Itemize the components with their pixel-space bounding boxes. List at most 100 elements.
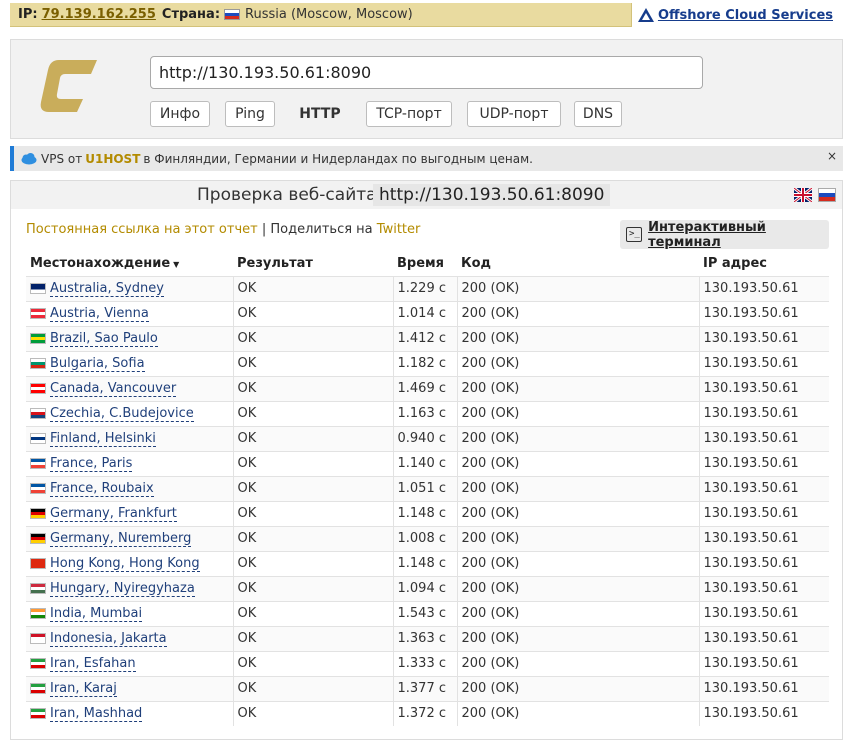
location-link[interactable]: Canada, Vancouver xyxy=(50,381,177,397)
sort-down-icon: ▼ xyxy=(173,259,180,269)
time-cell: 1.163 с xyxy=(392,400,457,426)
ip-cell: 130.193.50.61 xyxy=(698,400,829,426)
location-link[interactable]: Brazil, Sao Paulo xyxy=(50,331,158,347)
location-cell: Germany, Nuremberg xyxy=(26,525,233,551)
site-logo-icon[interactable] xyxy=(39,56,101,116)
url-input[interactable] xyxy=(150,56,703,89)
location-link[interactable]: Hong Kong, Hong Kong xyxy=(50,556,200,572)
code-cell: 200 (OK) xyxy=(456,375,699,401)
russian-flag-icon[interactable] xyxy=(818,188,836,202)
visitor-info-bar: IP: 79.139.162.255 Страна: Russia (Mosco… xyxy=(10,3,843,27)
country-flag-icon xyxy=(30,608,46,619)
location-link[interactable]: Iran, Karaj xyxy=(50,681,117,697)
ip-cell: 130.193.50.61 xyxy=(698,550,829,576)
dns-button[interactable]: DNS xyxy=(574,101,622,127)
time-cell: 1.140 с xyxy=(392,450,457,476)
result-cell: OK xyxy=(232,275,393,301)
location-link[interactable]: Germany, Nuremberg xyxy=(50,531,192,547)
time-cell: 1.014 с xyxy=(392,300,457,326)
location-cell: Indonesia, Jakarta xyxy=(26,625,233,651)
share-prefix: Поделиться на xyxy=(270,222,373,237)
result-cell: OK xyxy=(232,675,393,701)
result-cell: OK xyxy=(232,375,393,401)
table-header-row: Местонахождение ▼ Результат Время Код IP … xyxy=(26,251,829,276)
result-cell: OK xyxy=(232,525,393,551)
ip-cell: 130.193.50.61 xyxy=(698,325,829,351)
table-row: Hong Kong, Hong Kong OK 1.148 с 200 (OK)… xyxy=(26,550,829,576)
ad-prefix: VPS от xyxy=(41,151,83,166)
location-link[interactable]: India, Mumbai xyxy=(50,606,143,622)
interactive-terminal-button[interactable]: >_ Интерактивный терминал xyxy=(620,219,829,250)
ip-cell: 130.193.50.61 xyxy=(698,425,829,451)
col-location[interactable]: Местонахождение ▼ xyxy=(26,251,233,276)
tcp-port-button[interactable]: TCP-порт xyxy=(366,101,452,127)
ad-close-icon[interactable]: × xyxy=(827,149,837,163)
code-cell: 200 (OK) xyxy=(456,400,699,426)
udp-port-button[interactable]: UDP-порт xyxy=(467,101,561,127)
offshore-promo: Offshore Cloud Services xyxy=(630,3,843,27)
location-link[interactable]: Finland, Helsinki xyxy=(50,431,156,447)
table-row: Germany, Nuremberg OK 1.008 с 200 (OK) 1… xyxy=(26,525,829,551)
ad-brand-link[interactable]: U1HOST xyxy=(85,152,140,166)
english-flag-icon[interactable] xyxy=(794,188,812,202)
info-button[interactable]: Инфо xyxy=(150,101,210,127)
location-link[interactable]: Bulgaria, Sofia xyxy=(50,356,145,372)
location-link[interactable]: Indonesia, Jakarta xyxy=(50,631,167,647)
visitor-ip-link[interactable]: 79.139.162.255 xyxy=(42,7,156,22)
col-time: Время xyxy=(397,255,445,271)
col-code: Код xyxy=(461,255,492,271)
location-cell: India, Mumbai xyxy=(26,600,233,626)
location-cell: Bulgaria, Sofia xyxy=(26,350,233,376)
location-link[interactable]: Germany, Frankfurt xyxy=(50,506,177,522)
location-link[interactable]: France, Paris xyxy=(50,456,133,472)
country-label: Страна: xyxy=(161,7,221,22)
country-flag-icon xyxy=(30,458,46,469)
country-flag-icon xyxy=(30,683,46,694)
result-cell: OK xyxy=(232,350,393,376)
location-link[interactable]: Australia, Sydney xyxy=(50,281,164,297)
country-flag-icon xyxy=(30,533,46,544)
location-link[interactable]: Czechia, C.Budejovice xyxy=(50,406,194,422)
ad-text: в Финляндии, Германии и Нидерландах по в… xyxy=(143,151,533,166)
table-row: Bulgaria, Sofia OK 1.182 с 200 (OK) 130.… xyxy=(26,350,829,376)
permalink-link[interactable]: Постоянная ссылка на этот отчет xyxy=(26,222,258,237)
time-cell: 1.182 с xyxy=(392,350,457,376)
result-cell: OK xyxy=(232,450,393,476)
result-cell: OK xyxy=(232,425,393,451)
result-cell: OK xyxy=(232,700,393,726)
country-value: Russia (Moscow, Moscow) xyxy=(245,7,413,22)
country-flag-icon xyxy=(30,433,46,444)
location-link[interactable]: Austria, Vienna xyxy=(50,306,149,322)
location-link[interactable]: Iran, Mashhad xyxy=(50,706,143,723)
ip-cell: 130.193.50.61 xyxy=(698,500,829,526)
code-cell: 200 (OK) xyxy=(456,500,699,526)
share-twitter-link[interactable]: Twitter xyxy=(377,222,421,237)
ip-cell: 130.193.50.61 xyxy=(698,475,829,501)
result-cell: OK xyxy=(232,575,393,601)
table-row: Iran, Mashhad OK 1.372 с 200 (OK) 130.19… xyxy=(26,700,829,726)
table-row: Iran, Esfahan OK 1.333 с 200 (OK) 130.19… xyxy=(26,650,829,676)
check-title: Проверка веб-сайта xyxy=(197,185,377,205)
location-cell: France, Roubaix xyxy=(26,475,233,501)
col-ip: IP адрес xyxy=(703,255,767,271)
vps-ad-bar[interactable]: VPS от U1HOST в Финляндии, Германии и Ни… xyxy=(10,146,843,171)
ip-cell: 130.193.50.61 xyxy=(698,275,829,301)
terminal-button-label: Интерактивный терминал xyxy=(648,219,766,250)
table-row: Indonesia, Jakarta OK 1.363 с 200 (OK) 1… xyxy=(26,625,829,651)
time-cell: 1.008 с xyxy=(392,525,457,551)
time-cell: 1.372 с xyxy=(392,700,457,726)
location-link[interactable]: Hungary, Nyiregyhaza xyxy=(50,581,195,597)
ip-cell: 130.193.50.61 xyxy=(698,525,829,551)
location-link[interactable]: Iran, Esfahan xyxy=(50,656,136,672)
location-link[interactable]: France, Roubaix xyxy=(50,481,154,497)
country-flag-icon xyxy=(30,308,46,319)
http-button[interactable]: HTTP xyxy=(290,101,350,127)
code-cell: 200 (OK) xyxy=(456,625,699,651)
ip-cell: 130.193.50.61 xyxy=(698,375,829,401)
country-flag-icon xyxy=(30,633,46,644)
location-cell: Czechia, C.Budejovice xyxy=(26,400,233,426)
ping-button[interactable]: Ping xyxy=(225,101,275,127)
offshore-cloud-link[interactable]: Offshore Cloud Services xyxy=(658,8,833,23)
table-row: Germany, Frankfurt OK 1.148 с 200 (OK) 1… xyxy=(26,500,829,526)
code-cell: 200 (OK) xyxy=(456,550,699,576)
